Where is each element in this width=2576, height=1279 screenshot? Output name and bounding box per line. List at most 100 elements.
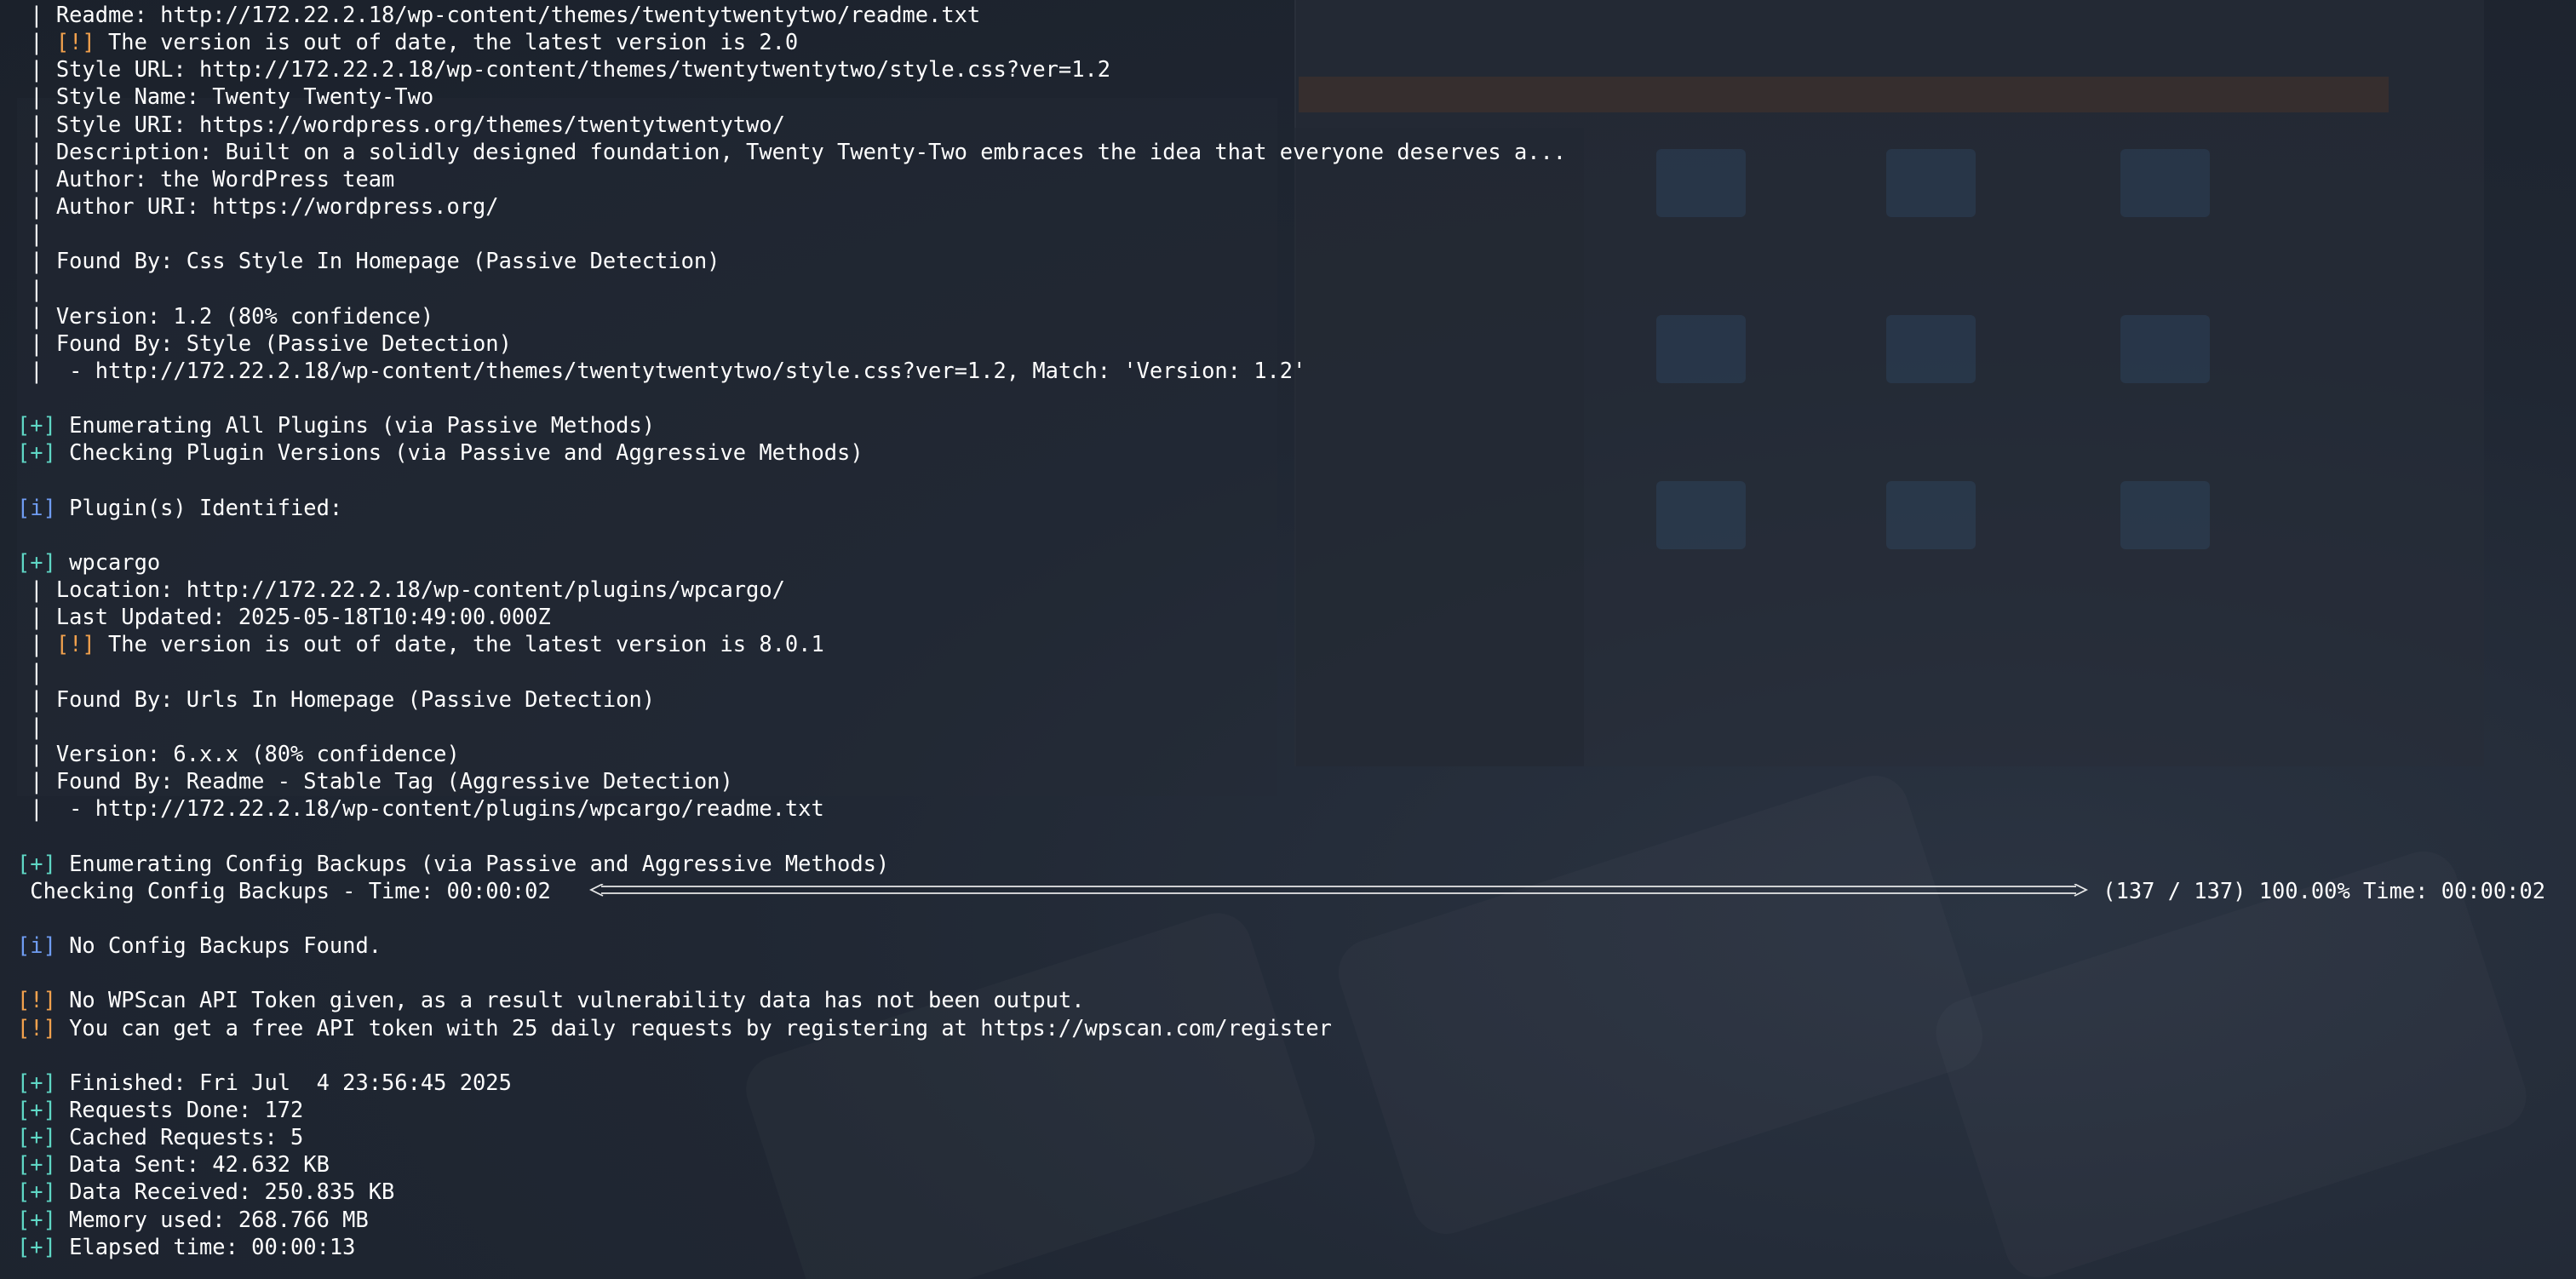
line-text: Requests Done: 172 <box>55 1097 304 1122</box>
terminal-line: [!] You can get a free API token with 25… <box>17 1014 1332 1041</box>
terminal-line: | <box>17 658 43 685</box>
status-tag-warn: [!] <box>55 631 95 657</box>
terminal-line: | Description: Built on a solidly design… <box>17 138 1566 165</box>
terminal-line: | Style Name: Twenty Twenty-Two <box>17 83 433 110</box>
status-tag-plus: [+] <box>17 1069 56 1095</box>
line-prefix: | <box>17 741 56 767</box>
line-text: No WPScan API Token given, as a result v… <box>55 987 1085 1013</box>
line-text: Cached Requests: 5 <box>55 1124 304 1150</box>
line-text: Checking Plugin Versions (via Passive an… <box>55 439 863 466</box>
terminal-line: [+] Memory used: 268.766 MB <box>17 1206 369 1233</box>
line-prefix: | <box>17 658 43 685</box>
line-text: Last Updated: 2025-05-18T10:49:00.000Z <box>55 604 551 630</box>
line-text: - http://172.22.2.18/wp-content/plugins/… <box>55 795 824 822</box>
line-text: Memory used: 268.766 MB <box>55 1206 369 1232</box>
terminal-line: [+] Data Received: 250.835 KB <box>17 1178 394 1205</box>
terminal-line: | Version: 6.x.x (80% confidence) <box>17 740 460 767</box>
terminal-line: | <box>17 275 43 302</box>
terminal-line: [+] wpcargo <box>17 548 160 576</box>
terminal-line: [+] Enumerating Config Backups (via Pass… <box>17 850 889 877</box>
terminal-line: | <box>17 220 43 247</box>
line-text: Plugin(s) Identified: <box>55 494 343 520</box>
status-tag-warn: [!] <box>17 1014 56 1041</box>
status-tag-info: [i] <box>17 932 56 959</box>
line-text: Version: 6.x.x (80% confidence) <box>55 741 460 767</box>
terminal-line: | Style URL: http://172.22.2.18/wp-conte… <box>17 55 1110 83</box>
line-text: No Config Backups Found. <box>55 932 382 959</box>
status-tag-plus: [+] <box>17 850 56 876</box>
line-prefix: | <box>17 193 56 220</box>
line-prefix: | <box>17 2 56 27</box>
terminal-line: [+] Cached Requests: 5 <box>17 1123 303 1150</box>
line-prefix: | <box>17 248 56 274</box>
line-text: Description: Built on a solidly designed… <box>55 138 1567 164</box>
status-tag-plus: [+] <box>17 549 56 575</box>
status-tag-plus: [+] <box>17 1151 56 1178</box>
terminal-line: | - http://172.22.2.18/wp-content/plugin… <box>17 794 824 822</box>
line-prefix: | <box>17 138 56 164</box>
line-text: Data Sent: 42.632 KB <box>55 1151 330 1178</box>
line-prefix: | <box>17 302 56 329</box>
line-prefix: | <box>17 275 43 301</box>
terminal-line: | <box>17 713 43 740</box>
line-prefix: | <box>17 713 43 739</box>
terminal-line: | Readme: http://172.22.2.18/wp-content/… <box>17 1 980 28</box>
line-text: - http://172.22.2.18/wp-content/themes/t… <box>55 357 1306 383</box>
line-text: Style Name: Twenty Twenty-Two <box>55 83 434 110</box>
line-prefix: | <box>17 111 56 137</box>
line-text: Found By: Readme - Stable Tag (Aggressiv… <box>55 768 733 794</box>
terminal-output[interactable]: | Readme: http://172.22.2.18/wp-content/… <box>0 0 2576 1279</box>
line-text: Author: the WordPress team <box>55 165 395 192</box>
terminal-line: | Found By: Readme - Stable Tag (Aggress… <box>17 767 733 794</box>
line-text: Finished: Fri Jul 4 23:56:45 2025 <box>55 1069 512 1095</box>
progress-status: (137 / 137) 100.00% Time: 00:00:02 <box>2090 877 2546 903</box>
terminal-line: [i] No Config Backups Found. <box>17 932 382 959</box>
terminal-line: | [!] The version is out of date, the la… <box>17 28 798 55</box>
line-prefix: | <box>17 29 56 55</box>
terminal-line: | Found By: Css Style In Homepage (Passi… <box>17 247 720 274</box>
terminal-line: [+] Enumerating All Plugins (via Passive… <box>17 411 655 439</box>
line-text: Enumerating Config Backups (via Passive … <box>55 850 890 876</box>
status-tag-warn: [!] <box>17 987 56 1013</box>
line-text: Enumerating All Plugins (via Passive Met… <box>55 412 656 439</box>
line-text: The version is out of date, the latest v… <box>95 29 799 55</box>
line-text: wpcargo <box>55 549 161 575</box>
terminal-line: [+] Data Sent: 42.632 KB <box>17 1150 330 1178</box>
line-prefix: | <box>17 795 56 822</box>
terminal-line: [i] Plugin(s) Identified: <box>17 494 342 521</box>
line-text: Readme: http://172.22.2.18/wp-content/th… <box>55 2 981 27</box>
progress-line: Checking Config Backups - Time: 00:00:02… <box>17 877 2563 904</box>
status-tag-warn: [!] <box>55 29 95 55</box>
line-text: Found By: Urls In Homepage (Passive Dete… <box>55 685 656 712</box>
line-prefix: | <box>17 604 56 630</box>
line-prefix: | <box>17 83 56 110</box>
terminal-line: | [!] The version is out of date, the la… <box>17 630 823 657</box>
line-text: You can get a free API token with 25 dai… <box>55 1014 1332 1041</box>
line-text: Elapsed time: 00:00:13 <box>55 1233 356 1259</box>
terminal-line: [+] Checking Plugin Versions (via Passiv… <box>17 439 863 466</box>
terminal-line: | Last Updated: 2025-05-18T10:49:00.000Z <box>17 603 551 630</box>
status-tag-plus: [+] <box>17 1233 56 1259</box>
line-prefix: | <box>17 357 56 383</box>
line-text: Found By: Css Style In Homepage (Passive… <box>55 248 720 274</box>
line-text: Author URI: https://wordpress.org/ <box>55 193 499 220</box>
status-tag-info: [i] <box>17 494 56 520</box>
status-tag-plus: [+] <box>17 1206 56 1232</box>
line-prefix: | <box>17 768 56 794</box>
status-tag-plus: [+] <box>17 1124 56 1150</box>
line-prefix: | <box>17 330 56 356</box>
progress-bar <box>589 883 2088 898</box>
line-prefix: | <box>17 576 56 603</box>
line-prefix: | <box>17 685 56 712</box>
terminal-line: | Author: the WordPress team <box>17 165 394 192</box>
line-prefix: | <box>17 165 56 192</box>
line-prefix: | <box>17 56 56 83</box>
line-prefix: | <box>17 221 43 247</box>
progress-label: Checking Config Backups - Time: 00:00:02 <box>17 877 565 903</box>
terminal-line: [+] Requests Done: 172 <box>17 1096 303 1123</box>
terminal-line: | Author URI: https://wordpress.org/ <box>17 192 499 220</box>
status-tag-plus: [+] <box>17 1179 56 1205</box>
terminal-line: [+] Elapsed time: 00:00:13 <box>17 1233 355 1260</box>
status-tag-plus: [+] <box>17 439 56 466</box>
terminal-line: | Found By: Urls In Homepage (Passive De… <box>17 685 655 713</box>
